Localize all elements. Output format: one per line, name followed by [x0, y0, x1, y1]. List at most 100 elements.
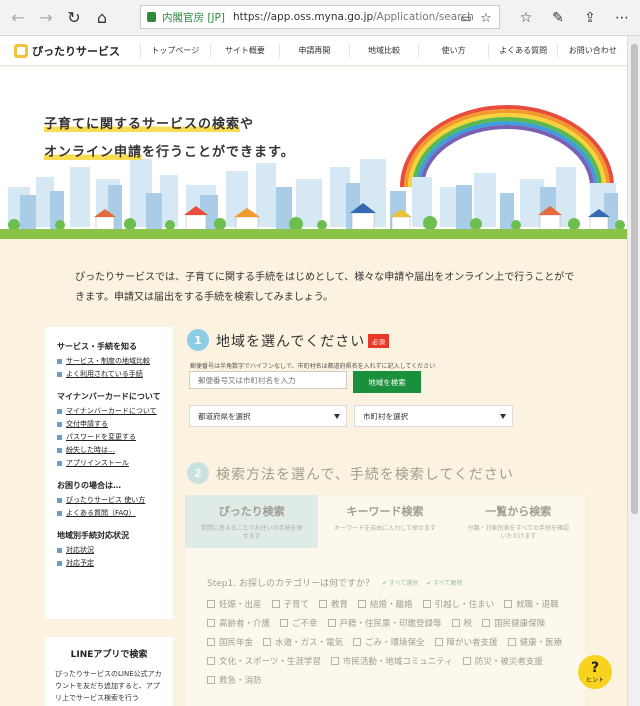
region-search-input[interactable]	[189, 371, 347, 389]
sidebar-link[interactable]: ぴったりサービス 使い方	[57, 494, 161, 507]
nav-contact[interactable]: お問い合わせ	[557, 43, 627, 58]
category-checkbox[interactable]: 引越し・住まい	[422, 595, 494, 612]
checkbox-icon[interactable]	[507, 637, 516, 646]
checkbox-icon[interactable]	[330, 656, 339, 665]
category-checkbox-list: 妊娠・出産 子育て 教育 結婚・離婚 引越し・住まい 就職・退職高齢者・介護 ご不幸 戸籍・住…	[207, 595, 565, 688]
share-icon[interactable]: ⇪	[576, 4, 604, 32]
select-all-link[interactable]: ✔ すべて選択	[382, 578, 418, 587]
nav-compare[interactable]: 地域比較	[348, 43, 419, 58]
category-label: 妊娠・出産	[219, 599, 262, 610]
sidebar: サービス・手続を知る サービス・制度の地域比較 よく利用されている手続 マイナン…	[45, 327, 173, 619]
checkbox-icon[interactable]	[422, 599, 431, 608]
hero-highlight-1: 子育てに関するサービスの検索	[44, 117, 241, 132]
category-checkbox[interactable]: 文化・スポーツ・生涯学習	[207, 652, 321, 669]
category-label: 市民活動・地域コミュニティ	[342, 656, 453, 667]
category-checkbox[interactable]: 市民活動・地域コミュニティ	[330, 652, 453, 669]
checkbox-icon[interactable]	[327, 618, 336, 627]
tab-keyword-search[interactable]: キーワード検索 キーワードを自由に入力して探せます	[318, 495, 452, 548]
category-checkbox[interactable]: 救急・消防	[207, 671, 262, 688]
pen-icon[interactable]: ✎	[544, 4, 572, 32]
category-question-text: Step1. お探しのカテゴリーは何ですか？	[207, 579, 374, 589]
question-icon: ?	[590, 659, 600, 676]
sidebar-link[interactable]: マイナンバーカードについて	[57, 405, 161, 418]
checkbox-icon[interactable]	[207, 675, 215, 684]
checkbox-icon[interactable]	[451, 618, 460, 627]
sidebar-link[interactable]: 交付申請する	[57, 418, 161, 431]
hero-text-2: を行うことができます。	[142, 145, 295, 160]
category-label: 税	[463, 618, 473, 629]
category-label: 国民年金	[219, 637, 254, 648]
checkbox-icon[interactable]	[358, 599, 367, 608]
category-checkbox[interactable]: 水道・ガス・電気	[263, 633, 343, 650]
site-logo[interactable]: ぴったりサービス	[0, 43, 140, 59]
checkbox-icon[interactable]	[434, 637, 443, 646]
category-checkbox[interactable]: 妊娠・出産	[207, 595, 262, 612]
nav-about[interactable]: サイト概要	[209, 43, 280, 58]
category-checkbox[interactable]: 障がい者支援	[434, 633, 498, 650]
tab-list-search[interactable]: 一覧から検索 分類・対象別表をすべての手続を確認いただけます	[451, 495, 585, 548]
nav-howto[interactable]: 使い方	[418, 43, 488, 58]
url-text: https://app.oss.myna.go.jp/Application/s…	[232, 11, 474, 23]
sidebar-link[interactable]: アプリインストール	[57, 457, 161, 470]
category-label: 結婚・離婚	[370, 599, 413, 610]
nav-top[interactable]: トップページ	[140, 43, 210, 58]
reload-icon[interactable]: ↻	[60, 4, 88, 32]
checkbox-icon[interactable]	[319, 599, 328, 608]
sidebar-link[interactable]: よくある質問（FAQ）	[57, 507, 161, 520]
hint-button[interactable]: ? ヒント	[578, 655, 612, 689]
favorite-star-icon[interactable]: ☆	[472, 4, 500, 32]
category-checkbox[interactable]: 就職・退職	[504, 595, 559, 612]
prefecture-select[interactable]: 都道府県を選択	[189, 405, 347, 427]
category-checkbox[interactable]: 戸籍・住民票・印鑑登録等	[327, 614, 442, 631]
region-search-button[interactable]: 地域を検索	[353, 371, 421, 393]
sidebar-heading: マイナンバーカードについて	[57, 392, 161, 401]
clear-all-link[interactable]: ✔ すべて解除	[426, 578, 462, 587]
sidebar-link[interactable]: サービス・制度の地域比較	[57, 355, 161, 368]
category-checkbox[interactable]: 国民健康保険	[482, 614, 545, 631]
category-checkbox[interactable]: 子育て	[271, 595, 309, 612]
checkbox-icon[interactable]	[207, 637, 215, 646]
checkbox-icon[interactable]	[280, 618, 289, 627]
forward-icon[interactable]: →	[32, 4, 60, 32]
checkbox-icon[interactable]	[207, 656, 215, 665]
sidebar-link[interactable]: パスワードを変更する	[57, 431, 161, 444]
category-checkbox[interactable]: ご不幸	[280, 614, 318, 631]
favorites-list-icon[interactable]: ☆	[512, 4, 540, 32]
category-checkbox[interactable]: 税	[451, 614, 473, 631]
back-icon[interactable]: ←	[4, 4, 32, 32]
category-checkbox[interactable]: 結婚・離婚	[358, 595, 413, 612]
category-checkbox[interactable]: 健康・医療	[507, 633, 562, 650]
address-bar[interactable]: 内閣官房 [JP] https://app.oss.myna.go.jp/App…	[140, 5, 500, 29]
sidebar-link[interactable]: よく利用されている手続	[57, 368, 161, 381]
checkbox-icon[interactable]	[207, 618, 215, 627]
checkbox-icon[interactable]	[263, 637, 272, 646]
prefecture-select-label: 都道府県を選択	[198, 411, 251, 421]
sidebar-link[interactable]: 紛失した時は…	[57, 444, 161, 457]
checkbox-icon[interactable]	[207, 599, 215, 608]
city-select[interactable]: 市町村を選択	[354, 405, 513, 427]
category-checkbox[interactable]: 教育	[319, 595, 348, 612]
sidebar-link[interactable]: 対応状況	[57, 544, 161, 557]
checkbox-icon[interactable]	[271, 599, 280, 608]
checkbox-icon[interactable]	[462, 656, 471, 665]
category-label: 防災・被災者支援	[474, 656, 543, 667]
category-label: 国民健康保険	[494, 618, 546, 629]
category-checkbox[interactable]: 防災・被災者支援	[462, 652, 543, 669]
sidebar-heading: サービス・手続を知る	[57, 342, 137, 351]
category-checkbox[interactable]: 高齢者・介護	[207, 614, 270, 631]
category-label: 高齢者・介護	[219, 618, 271, 629]
checkbox-icon[interactable]	[482, 618, 491, 627]
category-checkbox[interactable]: 国民年金	[207, 633, 253, 650]
checkbox-icon[interactable]	[504, 599, 513, 608]
checkbox-icon[interactable]	[353, 637, 362, 646]
scrollbar-thumb[interactable]	[631, 44, 638, 514]
category-checkbox[interactable]: ごみ・環境保全	[353, 633, 425, 650]
more-icon[interactable]: ⋯	[608, 4, 636, 32]
category-label: ごみ・環境保全	[365, 637, 425, 648]
nav-resume[interactable]: 申請再開	[279, 43, 349, 58]
sidebar-link[interactable]: 対応予定	[57, 557, 161, 570]
nav-faq[interactable]: よくある質問	[487, 43, 558, 58]
page-scrollbar[interactable]	[627, 36, 640, 706]
tab-pittari-search[interactable]: ぴったり検索 質問に答えることでお住いの手続を探せます	[185, 495, 319, 548]
home-icon[interactable]: ⌂	[88, 4, 116, 32]
